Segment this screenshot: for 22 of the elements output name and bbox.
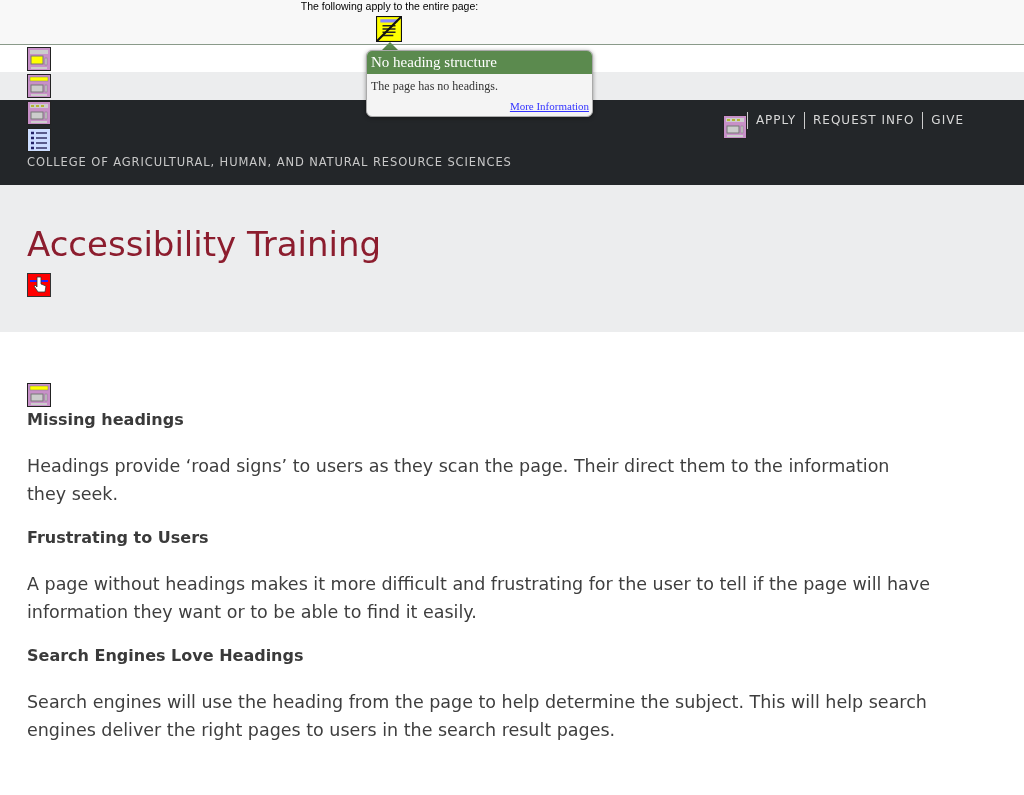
notice-text: The following apply to the entire page: (300, 0, 479, 12)
tooltip-title: No heading structure (367, 51, 592, 74)
section-heading: Frustrating to Users (27, 528, 210, 548)
navigation-region-icon (722, 115, 747, 139)
list-icon (27, 128, 51, 152)
section-heading: Missing headings (27, 410, 185, 430)
page-region-icon (27, 74, 51, 98)
nav-link[interactable]: GIVE (922, 112, 972, 129)
paragraph: Headings provide ‘road signs’ to users as they scan the page. Their direct them to the information they seek. (27, 455, 891, 506)
page-region-icon (27, 383, 51, 407)
paragraph: A page without headings makes it more difficult and frustrating for the user to tell if the page will have information they want or to be able to find it easily. (27, 573, 931, 624)
no-headings-icon (375, 16, 402, 42)
nav-link[interactable]: REQUEST INFO (804, 112, 923, 129)
page-title: Accessibility Training (27, 223, 383, 265)
more-information-link[interactable]: More Information (509, 100, 589, 112)
link-alert-icon (27, 273, 51, 297)
page-region-icon (27, 47, 51, 71)
tooltip-text: The page has no headings. (370, 78, 499, 94)
section-heading: Search Engines Love Headings (27, 646, 305, 666)
paragraph: Search engines will use the heading from the page to help determine the subject. This will help search engines deliver the right pages to users in the search result pages. (27, 691, 928, 742)
nav-link[interactable]: APPLY (746, 112, 804, 129)
college-name: COLLEGE OF AGRICULTURAL, HUMAN, AND NATURAL RESOURCE SCIENCES (27, 155, 513, 169)
